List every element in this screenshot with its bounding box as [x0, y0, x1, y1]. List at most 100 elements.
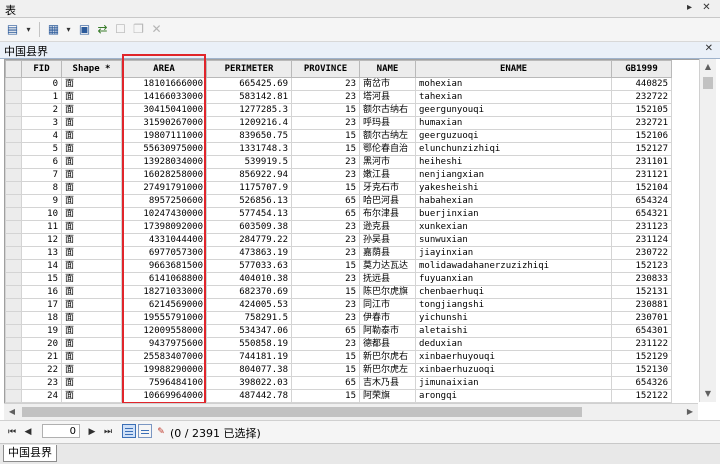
- tab-layer[interactable]: 中国县界: [3, 445, 57, 462]
- cell-gb: 230881: [611, 298, 672, 312]
- table-row[interactable]: 23 面 7596484100 398022.03 65 吉木乃县 jimunaixian 6…: [5, 376, 672, 390]
- cell-shape: 面: [61, 103, 122, 117]
- table-row[interactable]: 24 面 10669964000 487442.78 15 阿荣旗 arongqi 15212…: [5, 389, 672, 403]
- delete-selected-icon[interactable]: ✕: [148, 21, 165, 38]
- table-row[interactable]: 7 面 16028258000 856922.94 23 嫩江县 nenjiangxian 2…: [5, 168, 672, 182]
- table-row[interactable]: 20 面 9437975600 550858.19 23 德都县 deduxian 23112…: [5, 337, 672, 351]
- chevron-down-icon[interactable]: ▾: [20, 21, 37, 38]
- cell-area: 7596484100: [121, 376, 207, 390]
- table-row[interactable]: 0 面 18101666000 665425.69 23 南岔市 mohexian 44082…: [5, 77, 672, 91]
- table-row[interactable]: 17 面 6214569000 424005.53 23 同江市 tongjiangshi 2…: [5, 298, 672, 312]
- close-tab-icon[interactable]: ✕: [705, 43, 713, 54]
- row-selector[interactable]: [5, 298, 22, 312]
- row-selector[interactable]: [5, 233, 22, 247]
- row-selector[interactable]: [5, 220, 22, 234]
- vertical-scrollbar[interactable]: ▲ ▼: [699, 59, 716, 402]
- row-selector[interactable]: [5, 272, 22, 286]
- row-selector[interactable]: [5, 103, 22, 117]
- table-row[interactable]: 8 面 27491791000 1175707.9 15 牙克石市 yakesheishi 1…: [5, 181, 672, 195]
- column-header[interactable]: AREA: [121, 60, 207, 78]
- pin-icon[interactable]: ▸: [683, 1, 696, 14]
- close-window-icon[interactable]: ✕: [700, 1, 713, 14]
- table-options-icon[interactable]: ▤: [4, 21, 21, 38]
- table-row[interactable]: 5 面 55630975000 1331748.3 15 鄂伦春自治 elunchunziz…: [5, 142, 672, 156]
- show-selected-records-icon[interactable]: [138, 424, 152, 438]
- row-selector[interactable]: [5, 259, 22, 273]
- cell-area: 30415041000: [121, 103, 207, 117]
- previous-record-icon[interactable]: ◀: [22, 424, 34, 440]
- cell-gb: 152130: [611, 363, 672, 377]
- chevron-down-icon[interactable]: ▾: [60, 21, 77, 38]
- select-by-attributes-icon[interactable]: ▣: [76, 21, 93, 38]
- row-selector[interactable]: [5, 376, 22, 390]
- column-header[interactable]: ENAME: [415, 60, 612, 78]
- table-row[interactable]: 14 面 9663681500 577033.63 15 莫力达瓦达 molidawadah…: [5, 259, 672, 273]
- column-header[interactable]: PERIMETER: [206, 60, 292, 78]
- row-selector[interactable]: [5, 142, 22, 156]
- row-selector[interactable]: [5, 129, 22, 143]
- table-row[interactable]: 15 面 6141068800 404010.38 23 抚远县 fuyuanxian 230…: [5, 272, 672, 286]
- row-selector[interactable]: [5, 116, 22, 130]
- table-row[interactable]: 13 面 6977057300 473863.19 23 嘉荫县 jiayinxian 230…: [5, 246, 672, 260]
- row-selector[interactable]: [5, 168, 22, 182]
- row-selector[interactable]: [5, 90, 22, 104]
- cell-name: 塔河县: [359, 90, 416, 104]
- row-selector-header[interactable]: [5, 60, 22, 78]
- column-header[interactable]: GB1999: [611, 60, 672, 78]
- scroll-right-icon[interactable]: ▶: [682, 404, 698, 420]
- table-row[interactable]: 12 面 4331044400 284779.22 23 孙吴县 sunwuxian 2311…: [5, 233, 672, 247]
- first-record-icon[interactable]: ⏮: [6, 424, 18, 440]
- row-selector[interactable]: [5, 207, 22, 221]
- table-row[interactable]: 10 面 10247430000 577454.13 65 布尔津县 buerjinxian…: [5, 207, 672, 221]
- clear-selection-icon[interactable]: ☐: [112, 21, 129, 38]
- scroll-down-icon[interactable]: ▼: [700, 386, 716, 402]
- horizontal-scroll-thumb[interactable]: [22, 407, 582, 417]
- row-selector[interactable]: [5, 285, 22, 299]
- table-row[interactable]: 4 面 19807111000 839650.75 15 额尔古纳左 geerguzuoqi…: [5, 129, 672, 143]
- copy-selected-icon[interactable]: ❐: [130, 21, 147, 38]
- switch-selection-icon[interactable]: ⇄: [94, 21, 111, 38]
- row-selector[interactable]: [5, 324, 22, 338]
- show-all-records-icon[interactable]: [122, 424, 136, 438]
- scroll-left-icon[interactable]: ◀: [4, 404, 20, 420]
- next-record-icon[interactable]: ▶: [86, 424, 98, 440]
- cell-gb: 230722: [611, 246, 672, 260]
- row-selector[interactable]: [5, 194, 22, 208]
- row-selector[interactable]: [5, 77, 22, 91]
- table-row[interactable]: 6 面 13928034000 539919.5 23 黑河市 heiheshi 231101: [5, 155, 672, 169]
- column-header[interactable]: NAME: [359, 60, 416, 78]
- current-record-input[interactable]: 0: [42, 424, 80, 438]
- cell-area: 25583407000: [121, 350, 207, 364]
- last-record-icon[interactable]: ⏭: [102, 424, 114, 440]
- table-row[interactable]: 19 面 12009558000 534347.06 65 阿勒泰市 aletaishi 65…: [5, 324, 672, 338]
- table-row[interactable]: 2 面 30415041000 1277285.3 15 额尔古纳右 geergunyouq…: [5, 103, 672, 117]
- row-selector[interactable]: [5, 246, 22, 260]
- cell-shape: 面: [61, 285, 122, 299]
- horizontal-scrollbar[interactable]: ◀ ▶: [4, 403, 698, 420]
- row-selector[interactable]: [5, 181, 22, 195]
- cell-fid: 1: [21, 90, 62, 104]
- table-row[interactable]: 11 面 17398092000 603509.38 23 逊克县 xunkexian 231…: [5, 220, 672, 234]
- row-selector[interactable]: [5, 389, 22, 403]
- cell-name: 嘉荫县: [359, 246, 416, 260]
- table-row[interactable]: 9 面 8957250600 526856.13 65 哈巴河县 habahexian 654…: [5, 194, 672, 208]
- table-row[interactable]: 21 面 25583407000 744181.19 15 新巴尔虎右 xinbaerhuy…: [5, 350, 672, 364]
- row-selector[interactable]: [5, 337, 22, 351]
- vertical-scroll-thumb[interactable]: [703, 77, 713, 89]
- row-selector[interactable]: [5, 311, 22, 325]
- cell-shape: 面: [61, 220, 122, 234]
- table-row[interactable]: 16 面 18271033000 682370.69 15 陈巴尔虎旗 chenbaerhu…: [5, 285, 672, 299]
- table-row[interactable]: 3 面 31590267000 1209216.4 23 呼玛县 humaxian 23272…: [5, 116, 672, 130]
- row-selector[interactable]: [5, 350, 22, 364]
- cell-perimeter: 758291.5: [206, 311, 292, 325]
- column-header[interactable]: FID: [21, 60, 62, 78]
- table-row[interactable]: 18 面 19555791000 758291.5 23 伊春市 yichunshi 2307…: [5, 311, 672, 325]
- row-selector[interactable]: [5, 155, 22, 169]
- row-selector[interactable]: [5, 363, 22, 377]
- cell-area: 17398092000: [121, 220, 207, 234]
- table-row[interactable]: 1 面 14166033000 583142.81 23 塔河县 tahexian 23272…: [5, 90, 672, 104]
- column-header[interactable]: PROVINCE: [291, 60, 360, 78]
- column-header[interactable]: Shape *: [61, 60, 122, 78]
- scroll-up-icon[interactable]: ▲: [700, 59, 716, 75]
- table-row[interactable]: 22 面 19988290000 804077.38 15 新巴尔虎左 xinbaerhuz…: [5, 363, 672, 377]
